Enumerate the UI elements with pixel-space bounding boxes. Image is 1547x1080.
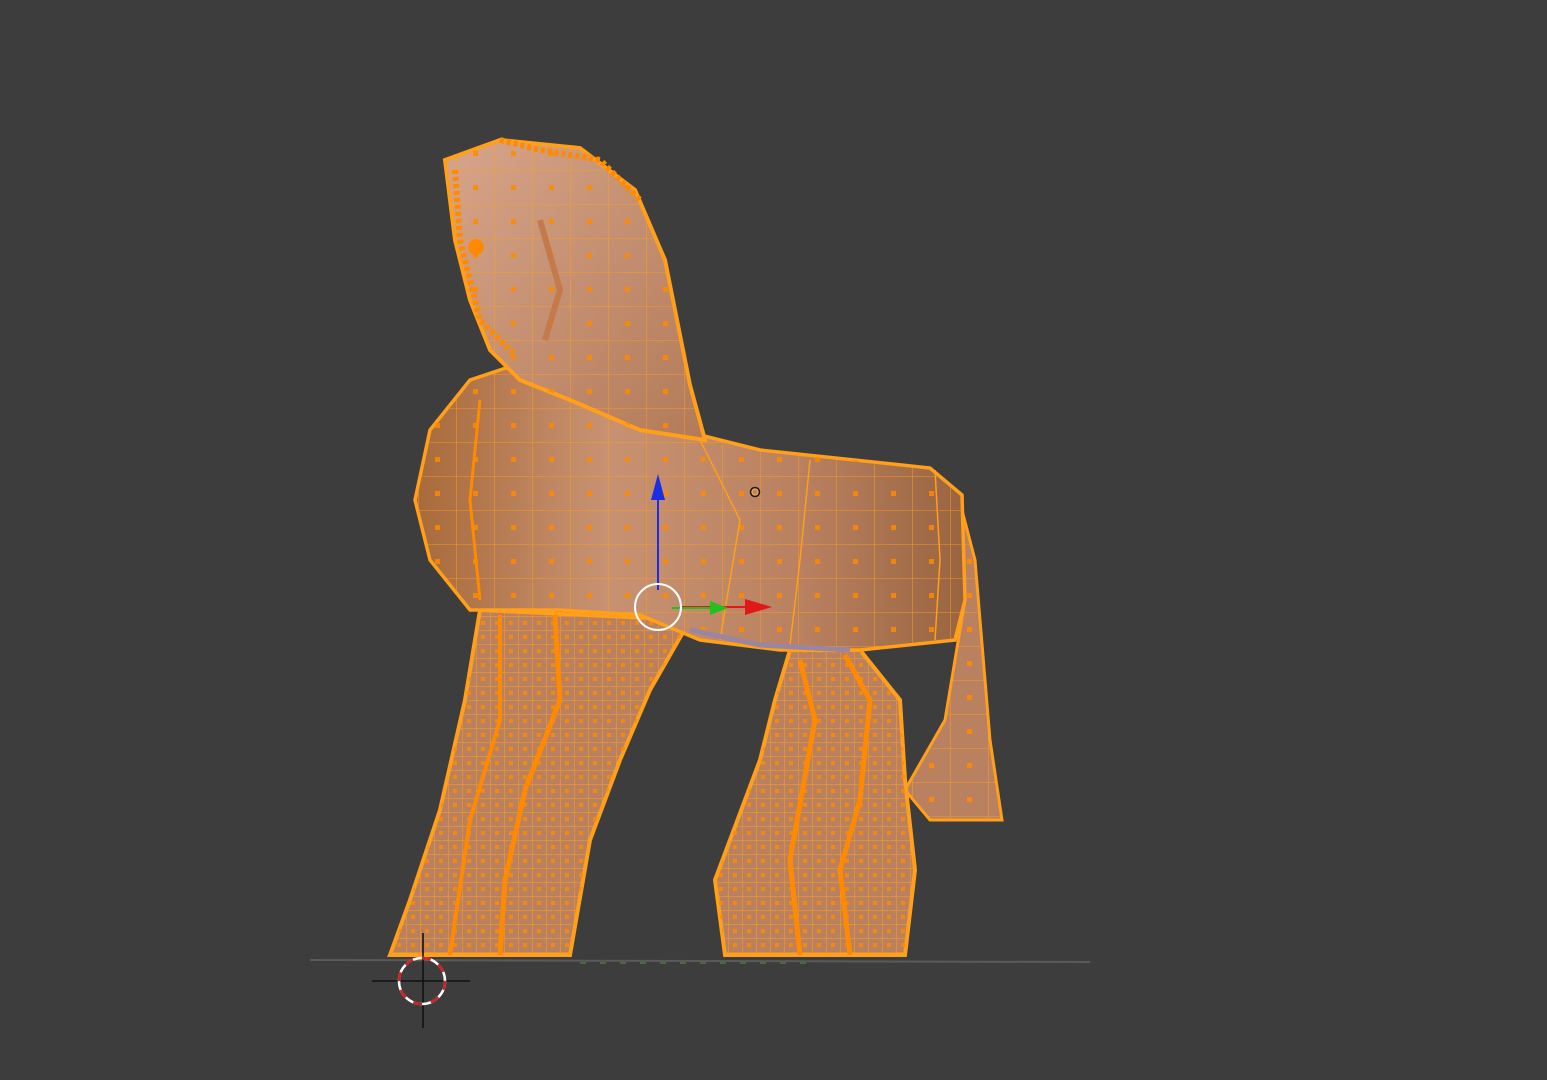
- viewport-scene[interactable]: [0, 0, 1547, 1080]
- mesh-front-legs[interactable]: [387, 607, 694, 957]
- mesh-back-legs[interactable]: [712, 648, 918, 957]
- horse-mesh[interactable]: [387, 137, 1004, 957]
- 3d-viewport[interactable]: [0, 0, 1547, 1080]
- grid-floor-line: [309, 959, 1091, 963]
